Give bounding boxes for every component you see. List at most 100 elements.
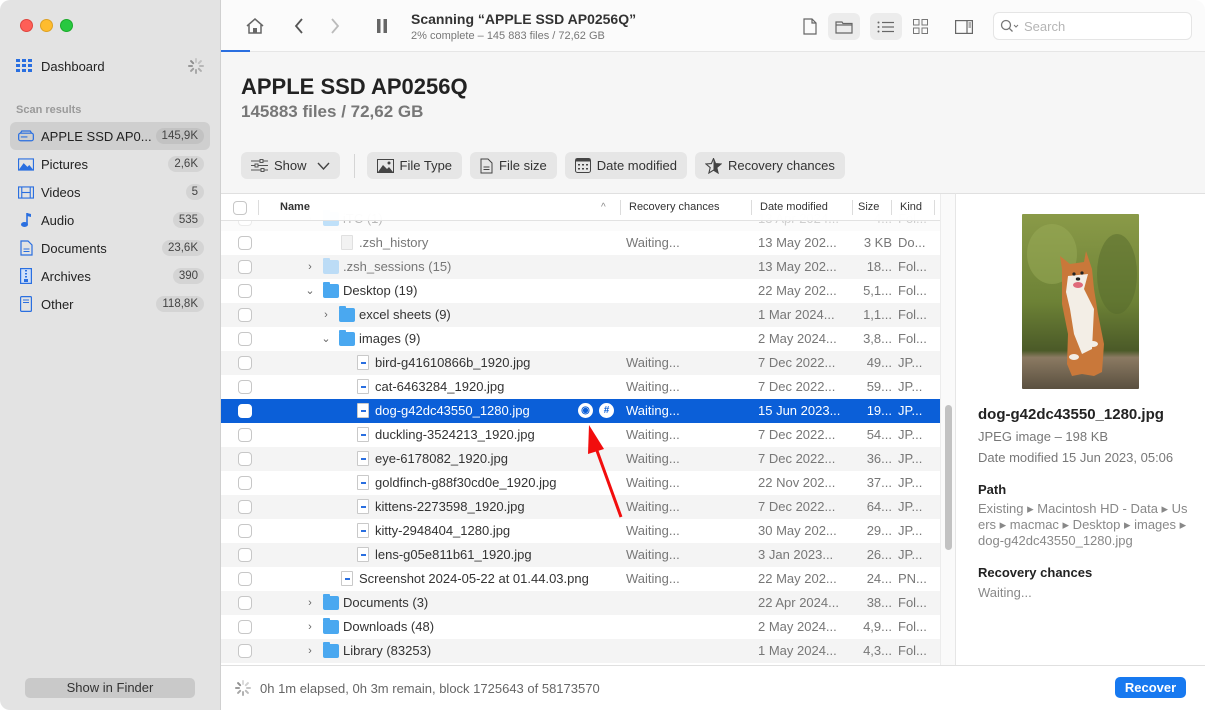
table-row[interactable]: kitty-2948404_1280.jpg Waiting... 30 May 2… <box>221 519 940 543</box>
table-header: Name ^ Recovery chances Date modified Si… <box>221 194 940 221</box>
table-row[interactable]: goldfinch-g88f30cd0e_1920.jpg Waiting... 2… <box>221 471 940 495</box>
row-checkbox[interactable] <box>238 620 252 634</box>
chevron-right-icon[interactable]: › <box>305 639 315 663</box>
minimize-window-button[interactable] <box>40 19 53 32</box>
table-row[interactable]: kittens-2273598_1920.jpg Waiting... 7 Dec … <box>221 495 940 519</box>
toggle-preview-panel-button[interactable] <box>948 13 980 40</box>
row-checkbox[interactable] <box>238 524 252 538</box>
table-row[interactable]: › Downloads (48) 2 May 2024... 4,9... Fol... <box>221 615 940 639</box>
image-file-icon <box>357 451 369 466</box>
row-checkbox[interactable] <box>238 428 252 442</box>
column-header-size[interactable]: Size <box>858 194 879 221</box>
row-checkbox[interactable] <box>238 332 252 346</box>
date-modified-filter-button[interactable]: Date modified <box>564 152 687 179</box>
file-size-filter-button[interactable]: File size <box>470 152 557 179</box>
column-header-date-modified[interactable]: Date modified <box>760 194 828 221</box>
kind-cell: JP... <box>898 499 923 514</box>
row-checkbox[interactable] <box>238 644 252 658</box>
sidebar-item-audio[interactable]: Audio 535 <box>10 206 210 234</box>
table-scrollbar[interactable] <box>940 194 955 665</box>
drive-header: APPLE SSD AP0256Q 145883 files / 72,62 G… <box>221 52 1205 193</box>
file-view-button[interactable] <box>794 13 826 40</box>
image-file-icon <box>357 427 369 442</box>
list-view-button[interactable] <box>870 13 902 40</box>
show-filter-dropdown[interactable]: Show <box>241 152 340 179</box>
show-in-finder-button[interactable]: Show in Finder <box>25 678 195 698</box>
row-checkbox[interactable] <box>238 308 252 322</box>
row-checkbox[interactable] <box>238 260 252 274</box>
sidebar-item-other[interactable]: Other 118,8K <box>10 290 210 318</box>
size-cell: 24... <box>866 571 892 586</box>
loading-spinner-icon <box>188 58 204 74</box>
table-row[interactable]: › Library (83253) 1 May 2024... 4,3... Fol..… <box>221 639 940 663</box>
recover-button[interactable]: Recover <box>1115 677 1186 698</box>
sidebar-item-documents[interactable]: Documents 23,6K <box>10 234 210 262</box>
row-checkbox[interactable] <box>238 284 252 298</box>
recovery-chances-filter-button[interactable]: Recovery chances <box>694 152 845 179</box>
chevron-right-icon[interactable]: › <box>305 591 315 615</box>
row-checkbox[interactable] <box>238 572 252 586</box>
hash-icon[interactable]: # <box>599 403 614 418</box>
folder-view-button[interactable] <box>828 13 860 40</box>
table-row[interactable]: .zsh_history Waiting... 13 May 202... 3 KB D… <box>221 231 940 255</box>
search-field[interactable] <box>993 12 1192 40</box>
zoom-window-button[interactable] <box>60 19 73 32</box>
file-name: Screenshot 2024-05-22 at 01.44.03.png <box>359 571 589 586</box>
table-row[interactable]: › Documents (3) 22 Apr 2024... 38... Fol... <box>221 591 940 615</box>
close-window-button[interactable] <box>20 19 33 32</box>
row-checkbox[interactable] <box>238 356 252 370</box>
row-checkbox[interactable] <box>238 236 252 250</box>
preview-panel: dog-g42dc43550_1280.jpg JPEG image – 198… <box>955 193 1205 665</box>
column-header-recovery-chances[interactable]: Recovery chances <box>629 194 720 221</box>
column-header-kind[interactable]: Kind <box>900 194 922 221</box>
table-row[interactable]: bird-g41610866b_1920.jpg Waiting... 7 Dec … <box>221 351 940 375</box>
row-checkbox[interactable] <box>238 596 252 610</box>
column-divider <box>620 200 621 215</box>
row-checkbox[interactable] <box>238 548 252 562</box>
table-row[interactable]: › excel sheets (9) 1 Mar 2024... 1,1... Fol.… <box>221 303 940 327</box>
sidebar-item-pictures[interactable]: Pictures 2,6K <box>10 150 210 178</box>
calendar-icon <box>574 158 591 173</box>
row-checkbox[interactable] <box>238 380 252 394</box>
chevron-right-icon[interactable]: › <box>321 303 331 327</box>
row-checkbox[interactable] <box>238 404 252 418</box>
grid-view-button[interactable] <box>904 13 936 40</box>
sidebar-item-apple-ssd-ap0[interactable]: APPLE SSD AP0... 145,9K <box>10 122 210 150</box>
sidebar: Dashboard Scan results APPLE SSD AP0... 1… <box>0 0 221 710</box>
table-row[interactable]: cat-6463284_1920.jpg Waiting... 7 Dec 2022… <box>221 375 940 399</box>
home-button[interactable] <box>243 14 267 38</box>
pause-scan-button[interactable] <box>372 14 392 38</box>
chevron-right-icon[interactable]: › <box>305 255 315 279</box>
preview-eye-icon[interactable]: ◉ <box>578 403 593 418</box>
table-row[interactable]: duckling-3524213_1920.jpg Waiting... 7 Dec… <box>221 423 940 447</box>
scrollbar-thumb[interactable] <box>945 405 952 550</box>
row-checkbox[interactable] <box>238 476 252 490</box>
row-checkbox[interactable] <box>238 452 252 466</box>
search-input[interactable] <box>1024 18 1184 34</box>
sidebar-item-videos[interactable]: Videos 5 <box>10 178 210 206</box>
column-header-name[interactable]: Name <box>280 194 310 221</box>
date-modified-cell: 2 May 2024... <box>758 619 837 634</box>
table-row[interactable]: › .zsh_sessions (15) 13 May 202... 18... Fol… <box>221 255 940 279</box>
chevron-right-icon[interactable]: › <box>305 615 315 639</box>
back-button[interactable] <box>289 14 309 38</box>
table-row[interactable]: lens-g05e811b61_1920.jpg Waiting... 3 Jan … <box>221 543 940 567</box>
forward-button[interactable] <box>325 14 345 38</box>
table-row[interactable]: ⌄ images (9) 2 May 2024... 3,8... Fol... <box>221 327 940 351</box>
file-type-filter-button[interactable]: File Type <box>366 152 463 179</box>
sidebar-item-dashboard[interactable]: Dashboard <box>16 56 206 76</box>
drive-icon <box>18 128 34 144</box>
row-checkbox[interactable] <box>238 500 252 514</box>
table-row[interactable]: ⌄ Desktop (19) 22 May 202... 5,1... Fol... <box>221 279 940 303</box>
file-name: excel sheets (9) <box>359 307 451 322</box>
scan-results-heading: Scan results <box>16 104 82 116</box>
table-row[interactable]: dog-g42dc43550_1280.jpg ◉ # Waiting... 15 Ju… <box>221 399 940 423</box>
table-row[interactable]: Screenshot 2024-05-22 at 01.44.03.png Wai… <box>221 567 940 591</box>
table-row[interactable]: eye-6178082_1920.jpg Waiting... 7 Dec 2022… <box>221 447 940 471</box>
chevron-down-icon[interactable]: ⌄ <box>321 327 331 351</box>
folder-icon <box>323 282 339 298</box>
image-file-icon <box>357 499 369 514</box>
chevron-down-icon[interactable]: ⌄ <box>305 279 315 303</box>
select-all-checkbox[interactable] <box>233 201 247 215</box>
sidebar-item-archives[interactable]: Archives 390 <box>10 262 210 290</box>
